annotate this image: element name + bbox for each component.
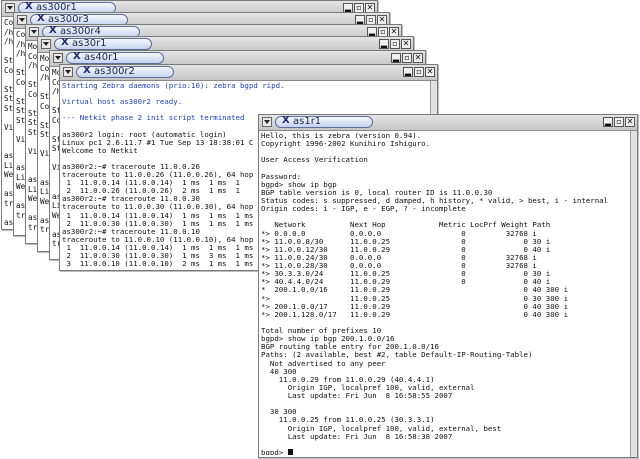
terminal-line: bgpd> [261, 448, 629, 455]
window-title: as1r1 [293, 116, 322, 127]
maximize-button[interactable]: ▫ [614, 117, 624, 127]
text-cursor [287, 448, 293, 455]
x-logo-icon: X [37, 13, 45, 24]
scrollbar[interactable] [630, 131, 637, 457]
minimize-button[interactable]: ▂ [403, 67, 413, 77]
minimize-button[interactable]: ▂ [391, 53, 401, 63]
window-title-tab[interactable]: X as40r1 [66, 52, 164, 64]
terminal-line: Last update: Fri Jun 8 16:58:55 2007 [261, 391, 453, 400]
x-logo-icon: X [49, 25, 57, 36]
window-title: as300r2 [94, 66, 135, 77]
window-titlebar[interactable]: X as1r1 ▂ ▫ ✕ [259, 115, 637, 131]
maximize-button[interactable]: ▫ [414, 67, 424, 77]
x-logo-icon: X [25, 1, 33, 12]
maximize-button[interactable]: ▫ [402, 53, 412, 63]
window-title: as30r1 [72, 38, 107, 49]
maximize-button[interactable]: ▫ [390, 39, 400, 49]
x-logo-icon: X [73, 51, 81, 62]
window-titlebar[interactable]: X as300r2 ▂ ▫ ✕ [60, 65, 437, 81]
minimize-button[interactable]: ▂ [603, 117, 613, 127]
close-button[interactable]: ✕ [425, 67, 435, 77]
terminal-line: Origin codes: i - IGP, e - EGP, ? - inco… [261, 204, 466, 214]
window-title-tab[interactable]: X as30r1 [54, 38, 152, 50]
x-logo-icon: X [61, 37, 69, 48]
terminal-output[interactable]: Hello, this is zebra (version 0.94). Copy… [261, 132, 629, 455]
window-title-tab[interactable]: X as1r1 [275, 116, 373, 128]
window-title: as40r1 [84, 52, 119, 63]
terminal-line: Not advertised to any peer [261, 358, 386, 368]
close-button[interactable]: ✕ [401, 39, 411, 49]
terminal-line: User Access Verification [261, 155, 368, 165]
terminal-line: Last update: Fri Jun 8 16:58:38 2007 [261, 431, 453, 441]
minimize-button[interactable]: ▂ [379, 39, 389, 49]
close-button[interactable]: ✕ [413, 53, 423, 63]
terminal-line: Virtual host as300r2 ready. [62, 97, 183, 107]
window-menu-icon[interactable] [262, 117, 272, 127]
terminal-window-as1r1[interactable]: X as1r1 ▂ ▫ ✕ Hello, this is zebra (versio… [258, 114, 638, 458]
terminal-line: Starting Zebra daemons (prio:10): zebra … [62, 82, 285, 90]
window-menu-icon[interactable] [63, 67, 73, 77]
terminal-line: Copyright 1996-2002 Kunihiro Ishiguro. [261, 139, 431, 149]
window-title-tab[interactable]: X as300r2 [76, 66, 174, 78]
terminal-line: *> 200.1.128.0/17 11.0.0.29 0 40 300 i [261, 309, 569, 319]
x-logo-icon: X [282, 115, 290, 126]
window-menu-icon[interactable] [53, 53, 63, 63]
close-button[interactable]: ✕ [625, 117, 635, 127]
x-logo-icon: X [83, 65, 91, 76]
window-menu-icon[interactable] [41, 39, 51, 49]
